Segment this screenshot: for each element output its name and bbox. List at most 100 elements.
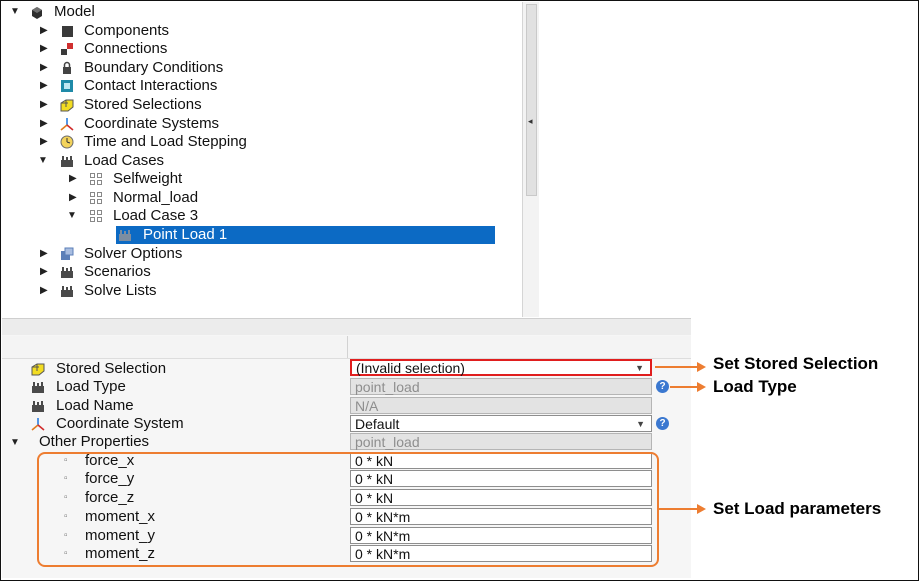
lock-icon bbox=[60, 61, 74, 75]
tree-item-label: Stored Selections bbox=[84, 96, 202, 113]
solver-icon bbox=[60, 247, 74, 261]
expand-down-icon[interactable]: ▼ bbox=[67, 207, 77, 225]
load-icon bbox=[118, 228, 132, 242]
tree-item-stored-selections[interactable]: ▶ Stored Selections bbox=[38, 96, 338, 114]
load-icon bbox=[60, 154, 74, 168]
model-cube-icon bbox=[30, 5, 44, 19]
tree-item-label: Load Case 3 bbox=[113, 207, 199, 224]
expand-right-icon[interactable]: ▶ bbox=[40, 245, 50, 263]
help-icon[interactable]: ? bbox=[656, 417, 669, 430]
expand-right-icon[interactable]: ▶ bbox=[40, 59, 50, 77]
grid-icon bbox=[89, 209, 103, 223]
load-type-field: point_load bbox=[350, 378, 652, 395]
annotation-load-params: Set Load parameters bbox=[713, 499, 882, 518]
column-separator[interactable] bbox=[347, 336, 348, 358]
expand-right-icon[interactable]: ▶ bbox=[40, 96, 50, 114]
annotation-load-type: Load Type bbox=[713, 377, 797, 396]
tree-item-label: Scenarios bbox=[84, 263, 151, 280]
empty-pane bbox=[539, 2, 917, 317]
tree-item-components[interactable]: ▶ Components bbox=[38, 22, 338, 40]
load-params-highlight bbox=[37, 452, 659, 567]
collapse-arrow-icon[interactable]: ◂ bbox=[528, 116, 533, 127]
expand-right-icon[interactable]: ▶ bbox=[40, 22, 50, 40]
annotation-stored-selection: Set Stored Selection bbox=[713, 354, 879, 373]
stored-selection-value: (Invalid selection) bbox=[356, 360, 465, 376]
load-type-value: point_load bbox=[355, 379, 420, 395]
tree-item-label: Load Cases bbox=[84, 152, 165, 169]
selected-row[interactable]: Point Load 1 bbox=[116, 226, 495, 244]
expand-right-icon[interactable]: ▶ bbox=[40, 263, 50, 281]
component-icon bbox=[60, 24, 74, 38]
arrow-right-icon bbox=[697, 504, 706, 514]
tree-item-label: Solve Lists bbox=[84, 282, 157, 299]
chevron-down-icon: ▼ bbox=[635, 363, 644, 373]
load-type-label: Load Type bbox=[56, 378, 126, 395]
tree-item-label: Time and Load Stepping bbox=[84, 133, 247, 150]
expand-right-icon[interactable]: ▶ bbox=[40, 282, 50, 300]
annotation-arrow bbox=[655, 366, 700, 368]
contact-icon bbox=[60, 79, 74, 93]
expand-down-icon[interactable]: ▼ bbox=[10, 3, 20, 21]
tree-item-contact-interactions[interactable]: ▶ Contact Interactions bbox=[38, 77, 338, 95]
annotation-arrow bbox=[659, 508, 700, 510]
load-name-field: N/A bbox=[350, 397, 652, 414]
tree-item-solver-options[interactable]: ▶ Solver Options bbox=[38, 245, 338, 263]
load-name-label: Load Name bbox=[56, 397, 134, 414]
panel-splitter[interactable] bbox=[2, 318, 691, 336]
tree-item-coordinate-systems[interactable]: ▶ Coordinate Systems bbox=[38, 115, 338, 133]
arrow-right-icon bbox=[697, 382, 706, 392]
coordinate-system-label: Coordinate System bbox=[56, 415, 184, 432]
expand-right-icon[interactable]: ▶ bbox=[40, 40, 50, 58]
tree-item-normal-load[interactable]: ▶ Normal_load bbox=[67, 189, 367, 207]
tree-item-label: Selfweight bbox=[113, 170, 183, 187]
connection-icon bbox=[60, 42, 74, 56]
expand-right-icon[interactable]: ▶ bbox=[40, 115, 50, 133]
expand-down-icon[interactable]: ▼ bbox=[38, 152, 48, 170]
chevron-down-icon: ▼ bbox=[636, 419, 645, 429]
load-name-value: N/A bbox=[355, 398, 379, 414]
tree-item-selfweight[interactable]: ▶ Selfweight bbox=[67, 170, 367, 188]
selection-cube-icon bbox=[60, 98, 74, 112]
tree-item-label: Components bbox=[84, 22, 170, 39]
tree-item-label: Point Load 1 bbox=[143, 226, 228, 243]
tree-item-load-cases[interactable]: ▼ Load Cases bbox=[38, 152, 338, 170]
tree-item-load-case-3[interactable]: ▼ Load Case 3 bbox=[67, 207, 367, 225]
coordinate-system-value: Default bbox=[355, 416, 400, 432]
expand-right-icon[interactable]: ▶ bbox=[40, 133, 50, 151]
tree-item-time-load-stepping[interactable]: ▶ Time and Load Stepping bbox=[38, 133, 338, 151]
selection-cube-icon bbox=[31, 362, 45, 376]
load-icon bbox=[31, 399, 45, 413]
stored-selection-dropdown[interactable]: (Invalid selection) ▼ bbox=[350, 359, 652, 376]
help-icon[interactable]: ? bbox=[656, 380, 669, 393]
tree-item-connections[interactable]: ▶ Connections bbox=[38, 40, 338, 58]
expand-right-icon[interactable]: ▶ bbox=[40, 77, 50, 95]
axes-icon bbox=[31, 417, 45, 431]
tree-item-scenarios[interactable]: ▶ Scenarios bbox=[38, 263, 338, 281]
axes-icon bbox=[60, 117, 74, 131]
scrollbar-thumb[interactable] bbox=[526, 4, 537, 196]
load-icon bbox=[31, 380, 45, 394]
load-icon bbox=[60, 284, 74, 298]
grid-icon bbox=[89, 191, 103, 205]
expand-right-icon[interactable]: ▶ bbox=[69, 170, 79, 188]
expand-down-icon[interactable]: ▼ bbox=[10, 434, 20, 452]
tree-item-solve-lists[interactable]: ▶ Solve Lists bbox=[38, 282, 338, 300]
tree-scrollbar[interactable]: ◂ bbox=[522, 2, 540, 317]
expand-right-icon[interactable]: ▶ bbox=[69, 189, 79, 207]
tree-item-label: Coordinate Systems bbox=[84, 115, 220, 132]
tree-item-label: Normal_load bbox=[113, 189, 199, 206]
tree-item-label: Contact Interactions bbox=[84, 77, 218, 94]
tree-item-model[interactable]: ▼ Model bbox=[10, 3, 310, 21]
other-properties-value: point_load bbox=[355, 434, 420, 450]
tree-item-label: Solver Options bbox=[84, 245, 183, 262]
other-properties-label: Other Properties bbox=[39, 433, 150, 450]
grid-icon bbox=[89, 172, 103, 186]
tree-item-label: Connections bbox=[84, 40, 168, 57]
clock-icon bbox=[60, 135, 74, 149]
annotation-arrow bbox=[670, 386, 700, 388]
tree-item-boundary-conditions[interactable]: ▶ Boundary Conditions bbox=[38, 59, 338, 77]
arrow-right-icon bbox=[697, 362, 706, 372]
tree-item-label: Boundary Conditions bbox=[84, 59, 224, 76]
coordinate-system-dropdown[interactable]: Default ▼ bbox=[350, 415, 652, 432]
load-icon bbox=[60, 265, 74, 279]
